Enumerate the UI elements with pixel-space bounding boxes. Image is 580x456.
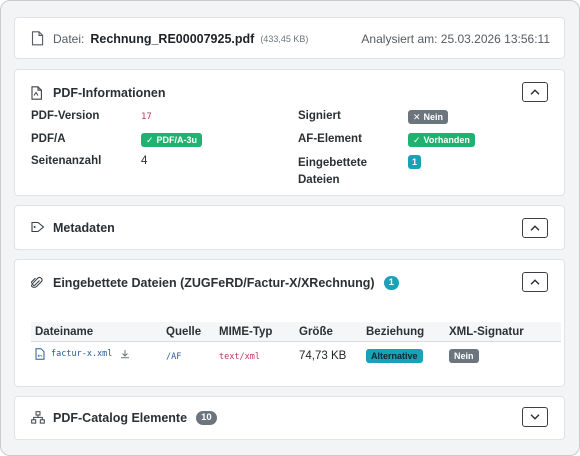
info-key: PDF-Version [31, 110, 100, 122]
filename-cell: factur-x.xml [31, 341, 162, 368]
metadata-title: Metadaten [53, 221, 115, 235]
catalog-card: PDF-Catalog Elemente 10 [14, 396, 565, 440]
pdf-info-header: PDF-Informationen [31, 83, 548, 103]
info-key: Seitenanzahl [31, 155, 102, 167]
pdf-info-card: PDF-Informationen PDF-Version 17 PDF/A ✓… [14, 69, 565, 196]
page-count-value: 4 [141, 155, 148, 167]
metadata-card: Metadaten [14, 205, 565, 250]
info-key: PDF/A [31, 133, 66, 145]
chevron-down-icon [530, 414, 540, 420]
pdf-info-title: PDF-Informationen [53, 86, 166, 100]
catalog-expand-button[interactable] [522, 407, 548, 427]
embedded-files-table: Dateiname Quelle MIME-Typ Größe Beziehun… [31, 322, 561, 368]
file-icon [31, 31, 45, 47]
pdf-info-collapse-button[interactable] [522, 82, 548, 102]
chevron-up-icon [530, 225, 540, 231]
file-size: (433,45 KB) [260, 34, 309, 44]
embedded-files-count: 1 [383, 276, 399, 290]
catalog-count: 10 [196, 411, 217, 425]
download-icon[interactable] [120, 349, 130, 359]
embedded-files-header: Eingebettete Dateien (ZUGFeRD/Factur-X/X… [31, 273, 548, 293]
af-element-badge-label: Vorhanden [423, 135, 470, 145]
column-header-source: Quelle [162, 322, 215, 342]
signed-badge: ✕ Nein [408, 110, 449, 124]
embedded-files-count-badge: 1 [408, 155, 422, 169]
mime-value: text/xml [219, 351, 260, 362]
x-icon: ✕ [413, 112, 421, 122]
pdfa-badge-label: PDF/A-3u [156, 135, 198, 145]
info-row-embedded-files: Eingebettete Dateien 1 [298, 155, 548, 189]
af-element-badge: ✓ Vorhanden [408, 133, 475, 147]
column-header-relation: Beziehung [362, 322, 445, 342]
check-icon: ✓ [413, 135, 421, 145]
column-header-mime: MIME-Typ [215, 322, 295, 342]
signed-badge-label: Nein [423, 112, 444, 122]
analyzed-timestamp: Analysiert am: 25.03.2026 13:56:11 [361, 32, 550, 46]
signature-badge: Nein [449, 348, 479, 363]
info-key: Eingebettete Dateien [298, 157, 368, 186]
paperclip-icon [31, 276, 45, 290]
embedded-file-link[interactable]: factur-x.xml [51, 349, 112, 359]
table-header-row: Dateiname Quelle MIME-Typ Größe Beziehun… [31, 322, 561, 342]
xml-file-icon [35, 348, 45, 360]
chevron-up-icon [530, 279, 540, 285]
metadata-expand-button[interactable] [522, 218, 548, 238]
info-row-af-element: AF-Element ✓ Vorhanden [298, 133, 548, 155]
size-value: 74,73 KB [299, 349, 347, 362]
table-row: factur-x.xml /AF text/xml 74,73 KB Alter… [31, 341, 561, 368]
info-row-pdfa: PDF/A ✓ PDF/A-3u [31, 133, 291, 155]
source-value: /AF [166, 351, 182, 362]
info-row-pdf-version: PDF-Version 17 [31, 110, 291, 133]
catalog-title: PDF-Catalog Elemente [53, 411, 188, 425]
file-info-card: Datei: Rechnung_RE00007925.pdf (433,45 K… [14, 17, 565, 59]
column-header-size: Größe [295, 322, 362, 342]
catalog-header: PDF-Catalog Elemente 10 [31, 408, 548, 428]
info-row-page-count: Seitenanzahl 4 [31, 155, 291, 177]
check-icon: ✓ [146, 135, 154, 145]
pdf-document-icon [31, 86, 45, 100]
pdf-version-value: 17 [141, 112, 152, 122]
tag-icon [31, 221, 45, 235]
embedded-files-title: Eingebettete Dateien (ZUGFeRD/Factur-X/X… [53, 276, 375, 290]
sitemap-icon [31, 411, 45, 425]
metadata-header: Metadaten [31, 218, 548, 238]
column-header-signature: XML-Signatur [445, 322, 561, 342]
file-label: Datei: [53, 32, 85, 46]
file-name: Rechnung_RE00007925.pdf [90, 32, 255, 46]
relation-badge: Alternative [366, 348, 423, 363]
app-frame: Datei: Rechnung_RE00007925.pdf (433,45 K… [0, 0, 580, 456]
column-header-filename: Dateiname [31, 322, 162, 342]
info-row-signed: Signiert ✕ Nein [298, 110, 548, 133]
info-key: AF-Element [298, 133, 362, 145]
info-key: Signiert [298, 110, 341, 122]
embedded-files-card: Eingebettete Dateien (ZUGFeRD/Factur-X/X… [14, 259, 565, 387]
embedded-files-collapse-button[interactable] [522, 272, 548, 292]
pdfa-badge: ✓ PDF/A-3u [141, 133, 203, 147]
chevron-up-icon [530, 89, 540, 95]
